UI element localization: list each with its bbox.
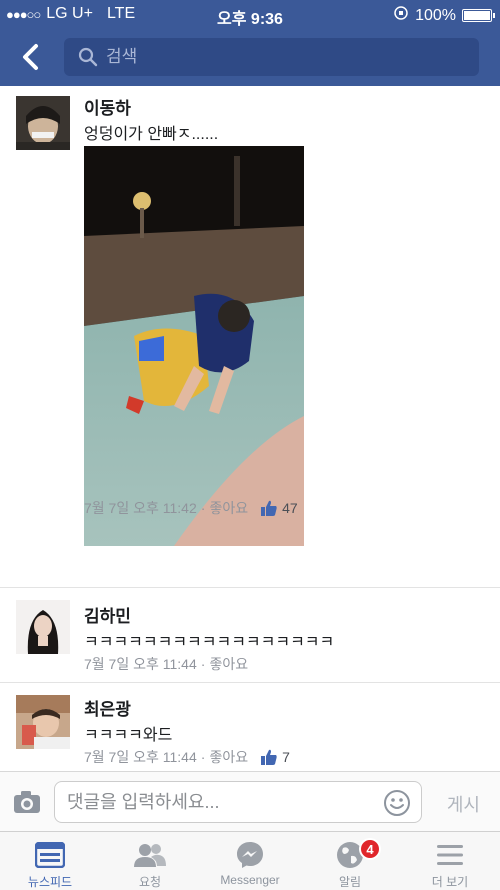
commenter-name[interactable]: 이동하 — [84, 94, 131, 119]
tab-newsfeed[interactable]: 뉴스피드 — [0, 832, 100, 890]
messenger-icon — [233, 840, 267, 870]
tab-label: 알림 — [338, 875, 362, 889]
comment-input[interactable] — [67, 792, 377, 813]
tab-requests[interactable]: 요청 — [100, 832, 200, 890]
comment-time[interactable]: 7월 7일 오후 11:42 — [84, 498, 197, 518]
notification-badge: 4 — [359, 838, 381, 860]
meta-dot: · — [200, 500, 206, 516]
tab-label: 더 보기 — [431, 875, 469, 889]
battery-percent: 100% — [415, 6, 456, 24]
tab-messenger[interactable]: Messenger — [200, 832, 300, 890]
avatar[interactable] — [16, 600, 70, 654]
meta-dot: · — [200, 656, 206, 672]
post-button[interactable]: 게시 — [447, 791, 480, 817]
tab-label: 요청 — [138, 875, 162, 889]
emoji-button[interactable] — [383, 789, 411, 817]
comment-meta: 7월 7일 오후 11:44 · 좋아요 — [84, 654, 248, 674]
comments-list: 이동하 엉덩이가 안빠ㅈ...... 7월 7일 오후 11:42 · 좋아요 … — [0, 86, 500, 771]
comment-meta: 7월 7일 오후 11:42 · 좋아요 47 — [84, 498, 298, 518]
battery-icon — [462, 9, 495, 22]
comment-item: 최은광 ㅋㅋㅋㅋ와드 7월 7일 오후 11:44 · 좋아요 7 — [0, 683, 500, 771]
meta-dot: · — [200, 749, 206, 765]
search-input[interactable] — [106, 47, 446, 67]
avatar[interactable] — [16, 96, 70, 150]
comment-meta: 7월 7일 오후 11:44 · 좋아요 7 — [84, 747, 290, 767]
search-box[interactable] — [64, 38, 479, 76]
tab-bar: 뉴스피드 요청 Messenger 4 알림 더 보기 — [0, 831, 500, 890]
orientation-lock-icon — [393, 5, 409, 26]
friend-requests-icon — [133, 840, 167, 870]
comment-item: 이동하 엉덩이가 안빠ㅈ...... 7월 7일 오후 11:42 · 좋아요 … — [0, 86, 500, 588]
comment-time[interactable]: 7월 7일 오후 11:44 — [84, 654, 197, 674]
smiley-icon — [384, 790, 410, 816]
status-bar: ●●●○○ LG U+ LTE 오후 9:36 100% — [0, 0, 500, 28]
like-count[interactable]: 7 — [260, 748, 290, 766]
search-icon — [78, 47, 98, 67]
camera-icon — [14, 791, 40, 813]
like-button[interactable]: 좋아요 — [209, 747, 248, 767]
commenter-name[interactable]: 최은광 — [84, 695, 131, 720]
tab-more[interactable]: 더 보기 — [400, 832, 500, 890]
like-button[interactable]: 좋아요 — [209, 654, 248, 674]
like-count-number: 7 — [282, 749, 290, 765]
comment-input-box[interactable] — [54, 781, 422, 823]
menu-icon — [433, 840, 467, 870]
avatar[interactable] — [16, 695, 70, 749]
tab-label: Messenger — [220, 873, 280, 887]
comment-text: 엉덩이가 안빠ㅈ...... — [84, 126, 219, 143]
thumbs-up-icon — [261, 749, 277, 765]
like-button[interactable]: 좋아요 — [209, 498, 248, 518]
thumbs-up-icon — [261, 500, 277, 516]
comment-text: ㅋㅋㅋㅋ와드 — [84, 727, 173, 744]
tab-label: 뉴스피드 — [27, 875, 73, 889]
back-button[interactable] — [14, 40, 48, 74]
camera-button[interactable] — [12, 788, 42, 816]
commenter-name[interactable]: 김하민 — [84, 602, 131, 627]
like-count-number: 47 — [282, 500, 298, 516]
like-count[interactable]: 47 — [260, 499, 298, 517]
newsfeed-icon — [33, 840, 67, 870]
status-right: 100% — [393, 5, 495, 26]
back-chevron-icon — [23, 44, 38, 70]
comment-time[interactable]: 7월 7일 오후 11:44 — [84, 747, 197, 767]
comment-item: 김하민 ㅋㅋㅋㅋㅋㅋㅋㅋㅋㅋㅋㅋㅋㅋㅋㅋㅋ 7월 7일 오후 11:44 · 좋… — [0, 588, 500, 683]
comment-photo[interactable] — [84, 146, 304, 546]
comment-composer: 게시 — [0, 771, 500, 831]
comment-text: ㅋㅋㅋㅋㅋㅋㅋㅋㅋㅋㅋㅋㅋㅋㅋㅋㅋ — [84, 634, 335, 651]
nav-bar — [0, 28, 500, 86]
tab-notifications[interactable]: 4 알림 — [300, 832, 400, 890]
